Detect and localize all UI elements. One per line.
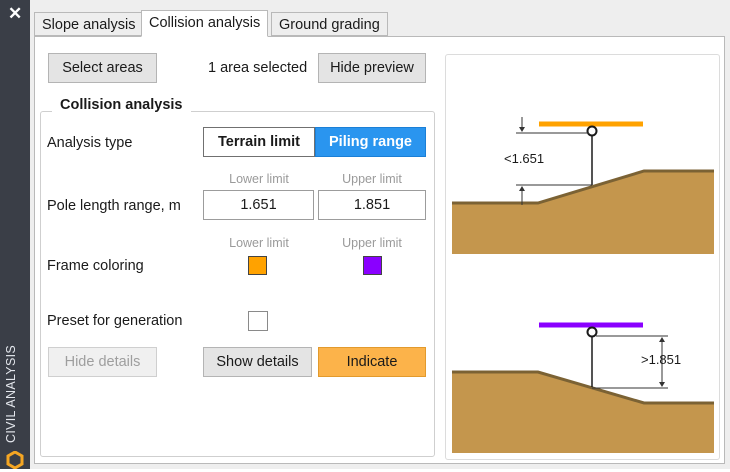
pole-cap-top (586, 125, 598, 137)
dim-arrowhead-top-a (519, 127, 525, 132)
preview-top-label: <1.651 (504, 151, 544, 166)
select-areas-button[interactable]: Select areas (48, 53, 157, 83)
tab-slope-analysis[interactable]: Slope analysis (34, 12, 144, 36)
collision-analysis-group (40, 111, 435, 457)
tab-collision-analysis[interactable]: Collision analysis (141, 10, 269, 37)
ground-top (452, 171, 714, 254)
tab-ground-grading[interactable]: Ground grading (271, 12, 388, 36)
dim-arrowhead-bottom-a (659, 337, 665, 342)
preview-panel: <1.651 >1.851 (445, 54, 720, 460)
show-details-button[interactable]: Show details (203, 347, 312, 377)
close-icon[interactable]: ✕ (8, 5, 22, 23)
pole-upper-limit-input[interactable]: 1.851 (318, 190, 426, 220)
hide-details-button[interactable]: Hide details (48, 347, 157, 377)
vertical-title: CIVIL ANALYSIS (4, 345, 18, 443)
analysis-type-label: Analysis type (47, 135, 133, 151)
preview-bottom-label: >1.851 (641, 352, 681, 367)
preset-checkbox[interactable] (248, 311, 268, 331)
lower-color-swatch[interactable] (248, 256, 267, 275)
piling-range-option[interactable]: Piling range (315, 127, 426, 157)
hide-preview-button[interactable]: Hide preview (318, 53, 426, 83)
lower-limit-hint-color: Lower limit (229, 236, 289, 250)
left-side-bar: ✕ CIVIL ANALYSIS (0, 0, 30, 470)
preset-label: Preset for generation (47, 313, 183, 329)
selection-status: 1 area selected (208, 60, 308, 76)
dim-arrowhead-bottom-b (659, 382, 665, 387)
terrain-limit-option[interactable]: Terrain limit (203, 127, 315, 157)
preview-drawing: <1.651 >1.851 (452, 117, 714, 453)
upper-color-swatch[interactable] (363, 256, 382, 275)
upper-limit-hint: Upper limit (342, 172, 402, 186)
group-title: Collision analysis (52, 97, 191, 113)
indicate-button[interactable]: Indicate (318, 347, 426, 377)
pole-cap-bottom (586, 326, 598, 338)
lower-limit-hint: Lower limit (229, 172, 289, 186)
pole-length-label: Pole length range, m (47, 198, 181, 214)
frame-coloring-label: Frame coloring (47, 258, 144, 274)
dim-arrowhead-top-b (519, 186, 525, 191)
upper-limit-hint-color: Upper limit (342, 236, 402, 250)
pole-lower-limit-input[interactable]: 1.651 (203, 190, 314, 220)
